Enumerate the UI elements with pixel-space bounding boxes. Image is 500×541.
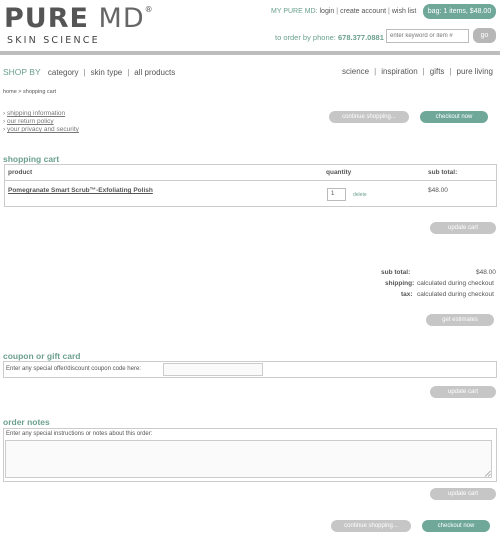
breadcrumb-current: shopping cart: [23, 89, 57, 95]
phone-number: 678.377.0881: [337, 33, 384, 42]
my-account-label: MY PURE MD:: [271, 8, 318, 15]
brand-name-light: MD: [98, 3, 145, 34]
shipping-info-link[interactable]: shipping information: [7, 110, 65, 117]
col-subtotal: sub total:: [428, 169, 458, 176]
breadcrumb-home[interactable]: home: [3, 89, 17, 95]
header-divider: [0, 51, 500, 55]
update-cart-button-2[interactable]: update cart: [430, 386, 496, 398]
subtotal-value: $48.00: [476, 269, 496, 276]
continue-shopping-button[interactable]: continue shopping...: [329, 111, 409, 123]
account-links: MY PURE MD: login | create account | wish li…: [271, 8, 417, 15]
col-quantity: quantity: [326, 169, 352, 176]
get-estimates-button[interactable]: get estimates: [426, 314, 494, 326]
return-policy-link[interactable]: our return policy: [7, 118, 54, 125]
checkout-now-button-bottom[interactable]: checkout now: [422, 520, 490, 532]
search-go-button[interactable]: go: [473, 28, 496, 43]
phone-label: to order by phone:: [275, 33, 336, 42]
shop-by-nav: SHOP BY category | skin type | all products: [3, 67, 176, 77]
cart-table: product quantity sub total:: [4, 164, 497, 207]
search-input[interactable]: [386, 29, 469, 43]
shipping-value: calculated during checkout: [417, 280, 494, 287]
coupon-code-input[interactable]: [163, 363, 263, 376]
info-links: › shipping information › our return poli…: [3, 110, 79, 133]
wish-list-link[interactable]: wish list: [392, 8, 417, 15]
shipping-label: shipping:: [385, 280, 415, 287]
nav-skin-type[interactable]: skin type: [91, 68, 123, 77]
create-account-link[interactable]: create account: [340, 8, 386, 15]
cart-header-row: product quantity sub total:: [5, 165, 496, 181]
nav-gifts[interactable]: gifts: [430, 67, 445, 76]
resize-handle-icon[interactable]: [484, 470, 491, 477]
continue-shopping-button-bottom[interactable]: continue shopping...: [331, 520, 411, 532]
phone-order: to order by phone: 678.377.0881: [275, 33, 384, 42]
order-notes-textarea[interactable]: [5, 440, 492, 478]
checkout-now-button[interactable]: checkout now: [420, 111, 488, 123]
cart-item-subtotal: $48.00: [428, 187, 448, 194]
update-cart-button-1[interactable]: update cart: [430, 222, 496, 234]
quantity-input[interactable]: 1: [327, 188, 346, 201]
notes-title: order notes: [3, 417, 50, 427]
tax-value: calculated during checkout: [417, 291, 494, 298]
login-link[interactable]: login: [320, 8, 335, 15]
coupon-title: coupon or gift card: [3, 351, 81, 361]
bag-button[interactable]: bag: 1 items, $48.00: [423, 4, 496, 19]
shop-by-label: SHOP BY: [3, 67, 41, 77]
nav-science[interactable]: science: [342, 67, 369, 76]
brand-tagline: SKIN SCIENCE: [7, 35, 100, 46]
notes-label: Enter any special instructions or notes …: [6, 431, 153, 437]
tax-label: tax:: [401, 291, 413, 298]
nav-pure-living[interactable]: pure living: [457, 67, 493, 76]
delete-item-link[interactable]: delete: [353, 192, 367, 198]
breadcrumb-separator: >: [18, 89, 22, 95]
main-nav: science | inspiration | gifts | pure living: [342, 67, 493, 76]
nav-category[interactable]: category: [48, 68, 79, 77]
brand-logo[interactable]: PURE MD®: [4, 3, 154, 34]
privacy-link[interactable]: your privacy and security: [7, 126, 79, 133]
coupon-label: Enter any special offer/discount coupon …: [6, 366, 141, 372]
nav-all-products[interactable]: all products: [134, 68, 175, 77]
cart-title: shopping cart: [3, 154, 60, 164]
breadcrumb: home > shopping cart: [3, 89, 56, 95]
brand-name-bold: PURE: [4, 3, 89, 34]
col-product: product: [8, 169, 33, 176]
registered-mark: ®: [144, 5, 154, 14]
nav-inspiration[interactable]: inspiration: [381, 67, 417, 76]
cart-item-name[interactable]: Pomegranate Smart Scrub™-Exfoliating Pol…: [8, 187, 153, 194]
subtotal-label: sub total:: [381, 269, 411, 276]
update-cart-button-3[interactable]: update cart: [430, 488, 496, 500]
